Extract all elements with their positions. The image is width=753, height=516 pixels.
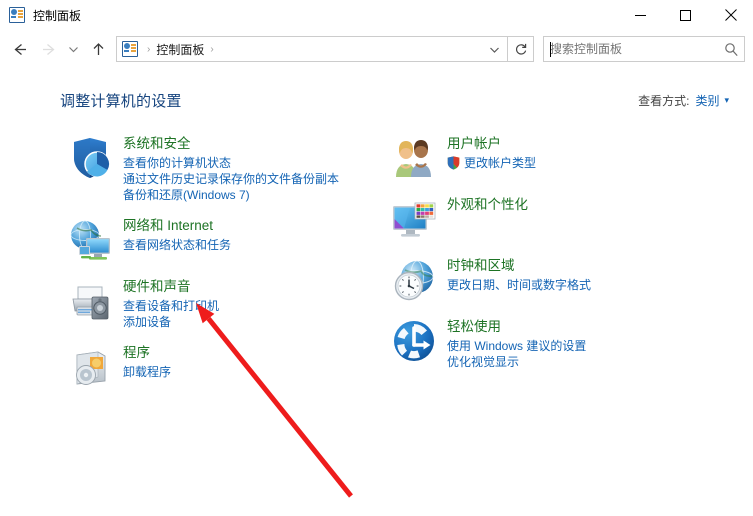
category-link[interactable]: 通过文件历史记录保存你的文件备份副本: [123, 171, 339, 187]
back-button[interactable]: [6, 35, 34, 63]
category-ease-of-access[interactable]: 轻松使用 使用 Windows 建议的设置 优化视觉显示: [390, 317, 700, 370]
view-by-control[interactable]: 查看方式: 类别 ▾: [638, 92, 729, 109]
page-title: 调整计算机的设置: [60, 93, 182, 110]
window-controls: [618, 0, 753, 30]
category-body: 外观和个性化: [447, 195, 528, 216]
view-by-label: 查看方式:: [638, 94, 690, 108]
category-system-and-security[interactable]: 系统和安全 查看你的计算机状态 通过文件历史记录保存你的文件备份副本 备份和还原…: [66, 134, 376, 203]
category-network-and-internet[interactable]: 网络和 Internet 查看网络状态和任务: [66, 216, 376, 264]
categories-container: 系统和安全 查看你的计算机状态 通过文件历史记录保存你的文件备份副本 备份和还原…: [0, 116, 753, 404]
category-appearance-and-personalization[interactable]: 外观和个性化: [390, 195, 700, 243]
security-shield-icon: [66, 134, 114, 182]
appearance-monitor-icon: [390, 195, 438, 243]
category-link[interactable]: 添加设备: [123, 314, 219, 330]
category-link[interactable]: 卸载程序: [123, 364, 171, 380]
refresh-button[interactable]: [508, 36, 534, 62]
category-title[interactable]: 时钟和区域: [447, 257, 591, 275]
category-title[interactable]: 网络和 Internet: [123, 217, 231, 235]
address-dropdown-button[interactable]: [481, 37, 507, 61]
category-hardware-and-sound[interactable]: 硬件和声音 查看设备和打印机 添加设备: [66, 277, 376, 330]
category-user-accounts[interactable]: 用户帐户 更改帐户类型: [390, 134, 700, 182]
search-icon[interactable]: [718, 42, 744, 57]
navigation-bar: › 控制面板 ›: [0, 30, 753, 68]
clock-region-icon: [390, 256, 438, 304]
chevron-down-icon[interactable]: ▾: [724, 96, 729, 105]
recent-locations-dropdown[interactable]: [62, 35, 84, 63]
category-link-change-account-type[interactable]: 更改帐户类型: [447, 155, 536, 171]
breadcrumb-control-panel-icon[interactable]: [122, 41, 138, 57]
ease-of-access-icon: [390, 317, 438, 365]
category-body: 时钟和区域 更改日期、时间或数字格式: [447, 256, 591, 293]
search-input[interactable]: [544, 38, 718, 60]
forward-button[interactable]: [34, 35, 62, 63]
categories-left-column: 系统和安全 查看你的计算机状态 通过文件历史记录保存你的文件备份副本 备份和还原…: [66, 134, 376, 404]
title-bar-left: 控制面板: [0, 7, 81, 24]
category-title[interactable]: 系统和安全: [123, 135, 339, 153]
category-link[interactable]: 更改日期、时间或数字格式: [447, 277, 591, 293]
breadcrumb-separator-icon-2[interactable]: ›: [204, 44, 219, 55]
category-programs[interactable]: 程序 卸载程序: [66, 343, 376, 391]
category-link[interactable]: 优化视觉显示: [447, 354, 586, 370]
category-body: 用户帐户 更改帐户类型: [447, 134, 536, 171]
category-body: 硬件和声音 查看设备和打印机 添加设备: [123, 277, 219, 330]
category-body: 网络和 Internet 查看网络状态和任务: [123, 216, 231, 253]
category-body: 轻松使用 使用 Windows 建议的设置 优化视觉显示: [447, 317, 586, 370]
category-link[interactable]: 备份和还原(Windows 7): [123, 187, 339, 203]
minimize-button[interactable]: [618, 0, 663, 30]
category-title[interactable]: 硬件和声音: [123, 278, 219, 296]
category-link[interactable]: 查看设备和打印机: [123, 298, 219, 314]
category-link[interactable]: 查看网络状态和任务: [123, 237, 231, 253]
up-button[interactable]: [84, 35, 112, 63]
category-link[interactable]: 查看你的计算机状态: [123, 155, 339, 171]
printer-hardware-icon: [66, 277, 114, 325]
user-accounts-icon: [390, 134, 438, 182]
address-bar[interactable]: › 控制面板 ›: [116, 36, 508, 62]
view-by-value[interactable]: 类别: [695, 92, 719, 109]
content-area: 调整计算机的设置 查看方式: 类别 ▾ 系统和安全 查看你的计算机状态 通过文件…: [0, 72, 753, 516]
category-body: 程序 卸载程序: [123, 343, 171, 380]
window-title: 控制面板: [33, 8, 82, 23]
category-link[interactable]: 使用 Windows 建议的设置: [447, 338, 586, 354]
breadcrumb-item-control-panel[interactable]: 控制面板: [156, 41, 204, 58]
category-clock-and-region[interactable]: 时钟和区域 更改日期、时间或数字格式: [390, 256, 700, 304]
programs-disc-icon: [66, 343, 114, 391]
breadcrumb[interactable]: › 控制面板 ›: [117, 41, 481, 58]
search-box[interactable]: [543, 36, 745, 62]
network-globe-icon: [66, 216, 114, 264]
category-title[interactable]: 程序: [123, 344, 171, 362]
category-link-label: 更改帐户类型: [464, 156, 537, 170]
breadcrumb-separator-icon[interactable]: ›: [141, 44, 156, 55]
search-caret: [550, 42, 551, 57]
category-title[interactable]: 轻松使用: [447, 318, 586, 336]
content-header: 调整计算机的设置 查看方式: 类别 ▾: [0, 90, 753, 116]
category-body: 系统和安全 查看你的计算机状态 通过文件历史记录保存你的文件备份副本 备份和还原…: [123, 134, 339, 203]
uac-shield-icon: [447, 156, 460, 170]
categories-right-column: 用户帐户 更改帐户类型 外观和个性化 时钟和区域 更改日期、时间或数字格式 轻松…: [390, 134, 700, 404]
category-title[interactable]: 外观和个性化: [447, 196, 528, 214]
category-title[interactable]: 用户帐户: [447, 135, 536, 153]
title-bar: 控制面板: [0, 0, 753, 30]
close-button[interactable]: [708, 0, 753, 30]
control-panel-icon: [9, 7, 25, 23]
maximize-button[interactable]: [663, 0, 708, 30]
